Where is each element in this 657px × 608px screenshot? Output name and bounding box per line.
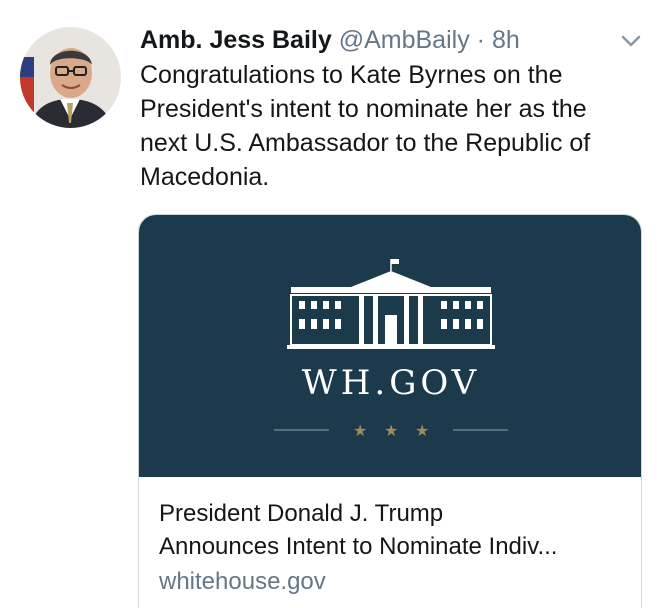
tweet-text-line: next U.S. Ambassador to the Republic of (140, 129, 591, 157)
tweet-text-line: President's intent to nominate her as th… (140, 95, 587, 123)
timestamp[interactable]: 8h (492, 26, 520, 54)
tweet-header: Amb. Jess Baily @AmbBaily · 8h (140, 24, 617, 56)
tweet[interactable]: Amb. Jess Baily @AmbBaily · 8h Congratul… (0, 0, 657, 608)
tweet-text: Congratulations to Kate Byrnes on the Pr… (140, 58, 645, 194)
card-domain[interactable]: whitehouse.gov (159, 565, 641, 598)
svg-text:★: ★ (384, 421, 398, 440)
chevron-down-icon[interactable] (620, 32, 642, 50)
tweet-text-line: Congratulations to Kate Byrnes on the (140, 61, 563, 89)
card-title-line[interactable]: President Donald J. Trump (159, 497, 629, 530)
ornament-stars: ★ ★ ★ (274, 421, 508, 440)
link-card[interactable]: WH.GOV ★ ★ ★ President Donald J. Trump A… (138, 214, 642, 608)
card-title-line[interactable]: Announces Intent to Nominate Indiv... (159, 530, 629, 563)
card-body[interactable]: President Donald J. Trump Announces Inte… (139, 477, 641, 598)
avatar-image (20, 27, 121, 128)
svg-text:★: ★ (415, 421, 429, 440)
author-name[interactable]: Amb. Jess Baily (140, 26, 332, 54)
card-image: WH.GOV ★ ★ ★ (139, 215, 641, 477)
avatar[interactable] (20, 27, 121, 128)
tweet-text-line: Macedonia. (140, 163, 270, 191)
card-logo-text: WH.GOV (301, 363, 481, 403)
author-handle[interactable]: @AmbBaily (339, 26, 470, 54)
svg-text:★: ★ (353, 421, 367, 440)
separator: · (476, 26, 485, 54)
